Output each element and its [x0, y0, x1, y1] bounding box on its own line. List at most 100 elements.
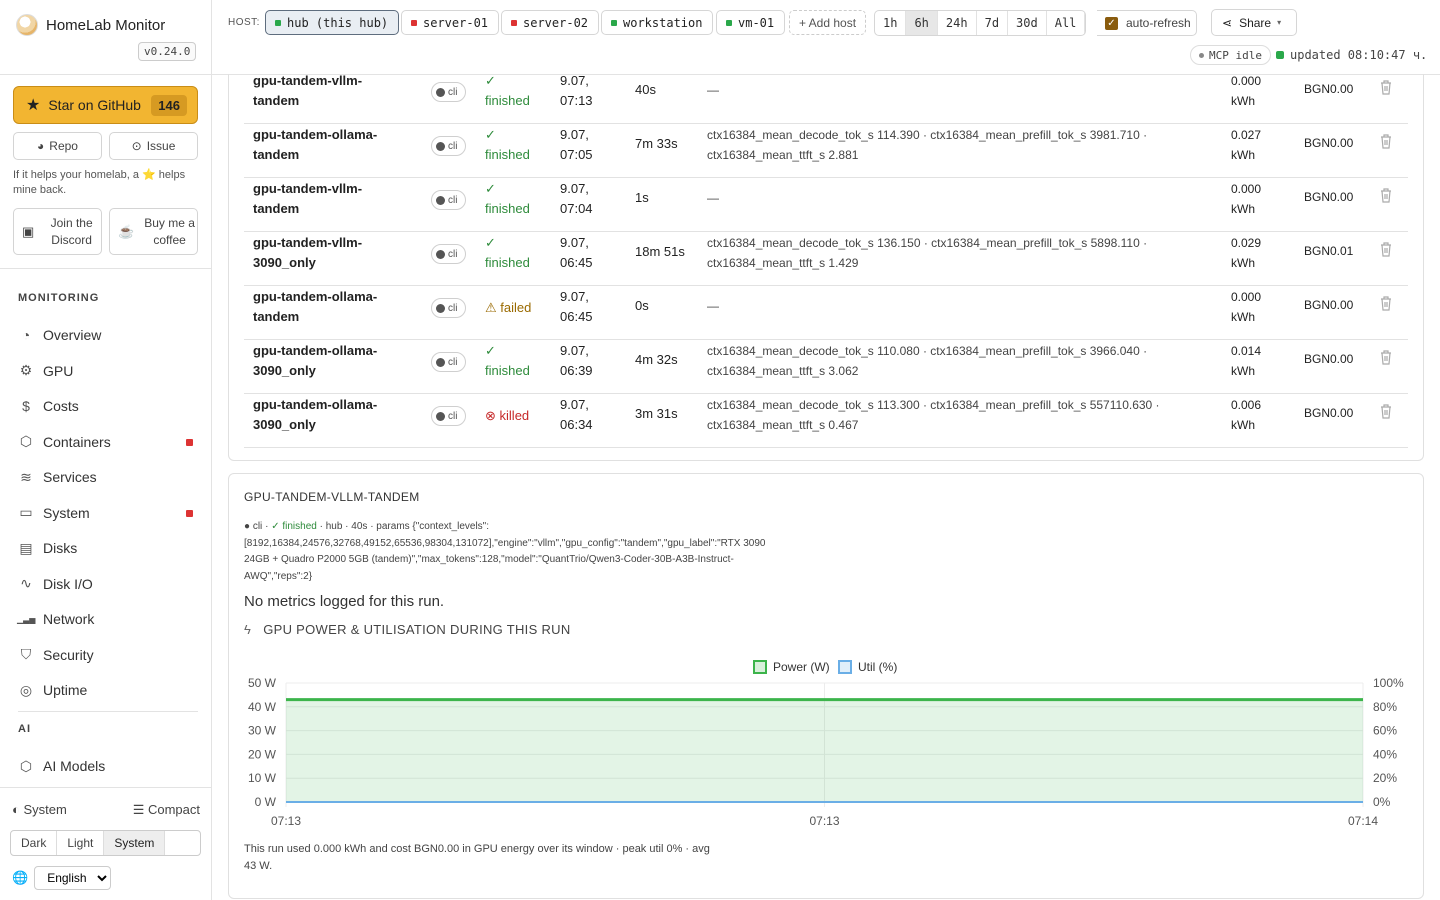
theme-toggle[interactable]: ◐ System [12, 802, 67, 818]
table-row[interactable]: gpu-tandem-ollama-3090_only cli ⊗ killed 9.… [244, 394, 1408, 448]
y-left-tick-label: 30 W [248, 724, 277, 738]
trash-icon[interactable] [1379, 187, 1393, 203]
y-right-tick-label: 20% [1373, 771, 1397, 785]
issue-button[interactable]: ⊙ Issue [109, 132, 198, 160]
gpu-section-heading: ϟ GPU POWER & UTILISATION DURING THIS RU… [244, 622, 571, 637]
host-status-dot [511, 19, 517, 26]
no-metrics-message: No metrics logged for this run. [244, 593, 445, 610]
source-dot-icon [436, 195, 445, 205]
trash-icon[interactable] [1379, 349, 1393, 365]
auto-refresh-toggle[interactable]: ✓ auto-refresh [1097, 10, 1197, 36]
range-24h[interactable]: 24h [938, 11, 977, 35]
y-right-tick-label: 100% [1373, 676, 1404, 690]
run-name[interactable]: gpu-tandem-vllm-tandem [253, 179, 403, 219]
series-area-0 [286, 699, 1363, 802]
buy-coffee-button[interactable]: ☕ Buy me a coffee [109, 208, 198, 255]
trash-icon[interactable] [1379, 403, 1393, 419]
sidebar-item-gpu[interactable]: ⚙ GPU [13, 356, 199, 386]
range-all[interactable]: All [1047, 11, 1086, 35]
host-chip-server-01[interactable]: server-01 [401, 10, 500, 35]
host-chip-workstation[interactable]: workstation [601, 10, 714, 35]
theme-system[interactable]: System [104, 831, 166, 855]
range-7d[interactable]: 7d [977, 11, 1009, 35]
sidebar-item-ai-models[interactable]: ⬡ AI Models [13, 751, 199, 781]
cpu-icon: ⚙ [19, 362, 33, 378]
sidebar-item-disks[interactable]: ▤ Disks [13, 533, 199, 563]
run-status: ✓ finished [485, 233, 545, 273]
add-host-button[interactable]: + Add host [789, 10, 867, 35]
compact-toggle[interactable]: ☰ Compact [133, 802, 200, 818]
table-row[interactable]: gpu-tandem-vllm-tandem cli ✓ finished 9.07, … [244, 178, 1408, 232]
source-dot-icon [436, 357, 445, 367]
run-started: 9.07, 07:04 [560, 181, 593, 216]
y-right-tick-label: 0% [1373, 795, 1391, 809]
table-row[interactable]: gpu-tandem-ollama-tandem cli ✓ finished 9.07… [244, 124, 1408, 178]
host-chip-server-02[interactable]: server-02 [501, 10, 600, 35]
sidebar-item-security[interactable]: ⛉ Security [13, 640, 199, 670]
table-row[interactable]: gpu-tandem-vllm-tandem cli ✓ finished 9.07, … [244, 70, 1408, 124]
run-name[interactable]: gpu-tandem-ollama-tandem [253, 125, 403, 165]
sidebar-item-label: Disk I/O [43, 575, 93, 592]
table-row[interactable]: gpu-tandem-vllm-3090_only cli ✓ finished 9.0… [244, 232, 1408, 286]
top-bar: HOST: hub (this hub) server-01 server-02 wo… [212, 0, 1440, 75]
sidebar-item-services[interactable]: ≋ Services [13, 462, 199, 492]
run-started: 9.07, 07:05 [560, 127, 593, 162]
y-left-tick-label: 50 W [248, 676, 277, 690]
sidebar-item-overview[interactable]: ◔ Overview [13, 320, 199, 350]
source-label: cli [448, 410, 458, 422]
join-discord-button[interactable]: ▣ Join the Discord [13, 208, 102, 255]
repo-button[interactable]: ◕ Repo [13, 132, 102, 160]
range-1h[interactable]: 1h [875, 11, 907, 35]
run-cost: BGN0.00 [1304, 82, 1354, 96]
trash-icon[interactable] [1379, 295, 1393, 311]
help-text: If it helps your homelab, a ⭐ helps mine… [13, 169, 186, 196]
theme-light[interactable]: Light [57, 831, 105, 855]
run-energy: 0.000 kWh [1231, 182, 1262, 216]
host-chip-hub[interactable]: hub (this hub) [265, 10, 400, 35]
table-row[interactable]: gpu-tandem-ollama-3090_only cli ✓ finished 9… [244, 340, 1408, 394]
host-chip-label: workstation [623, 15, 703, 30]
host-chip-vm-01[interactable]: vm-01 [716, 10, 786, 35]
monitor-icon: ▭ [19, 504, 33, 520]
sidebar-item-label: Disks [43, 540, 78, 556]
run-name[interactable]: gpu-tandem-ollama-tandem [253, 287, 403, 327]
run-name[interactable]: gpu-tandem-vllm-3090_only [253, 233, 403, 273]
theme-dark[interactable]: Dark [11, 831, 58, 855]
sidebar-item-system[interactable]: ▭ System [13, 498, 199, 528]
run-energy: 0.014 kWh [1231, 344, 1262, 378]
disk-icon: ▤ [19, 539, 33, 556]
language-select[interactable]: English [34, 866, 112, 890]
host-chip-label: vm-01 [738, 15, 775, 30]
run-name[interactable]: gpu-tandem-ollama-3090_only [253, 341, 403, 381]
gpu-section-label: GPU POWER & UTILISATION DURING THIS RUN [263, 622, 571, 637]
star-label: Star on GitHub [48, 97, 141, 113]
trash-icon[interactable] [1379, 79, 1393, 95]
sidebar-item-disk-i-o[interactable]: ∿ Disk I/O [13, 569, 199, 599]
coffee-icon: ☕ [118, 223, 135, 239]
run-started: 9.07, 06:39 [560, 343, 593, 378]
run-name[interactable]: gpu-tandem-vllm-tandem [253, 71, 403, 111]
legend-label: Power (W) [773, 660, 830, 674]
trash-icon[interactable] [1379, 241, 1393, 257]
share-button[interactable]: ⋖ Share ▾ [1211, 9, 1297, 36]
run-name[interactable]: gpu-tandem-ollama-3090_only [253, 395, 403, 435]
trash-icon[interactable] [1379, 133, 1393, 149]
sidebar-item-costs[interactable]: $ Costs [13, 391, 199, 421]
sidebar-item-network[interactable]: ▁▃▅ Network [13, 604, 199, 634]
sidebar-item-containers[interactable]: ⬡ Containers [13, 427, 199, 457]
ai-heading: AI [18, 723, 31, 735]
radar-icon: ◎ [19, 681, 33, 698]
host-label: HOST: [228, 17, 260, 28]
legend-label: Util (%) [858, 660, 897, 674]
source-dot-icon [436, 303, 445, 313]
run-status: ✓ finished [271, 521, 317, 532]
table-row[interactable]: gpu-tandem-ollama-tandem cli ⚠ failed 9.07,… [244, 286, 1408, 340]
star-on-github-button[interactable]: ★ Star on GitHub 146 [13, 86, 198, 124]
range-6h[interactable]: 6h [906, 11, 938, 35]
check-icon: ✓ [485, 181, 496, 196]
run-duration: 40s [635, 82, 656, 97]
host-status-dot [275, 19, 281, 26]
y-right-tick-label: 40% [1373, 747, 1397, 761]
range-30d[interactable]: 30d [1008, 11, 1047, 35]
sidebar-item-uptime[interactable]: ◎ Uptime [13, 675, 199, 705]
